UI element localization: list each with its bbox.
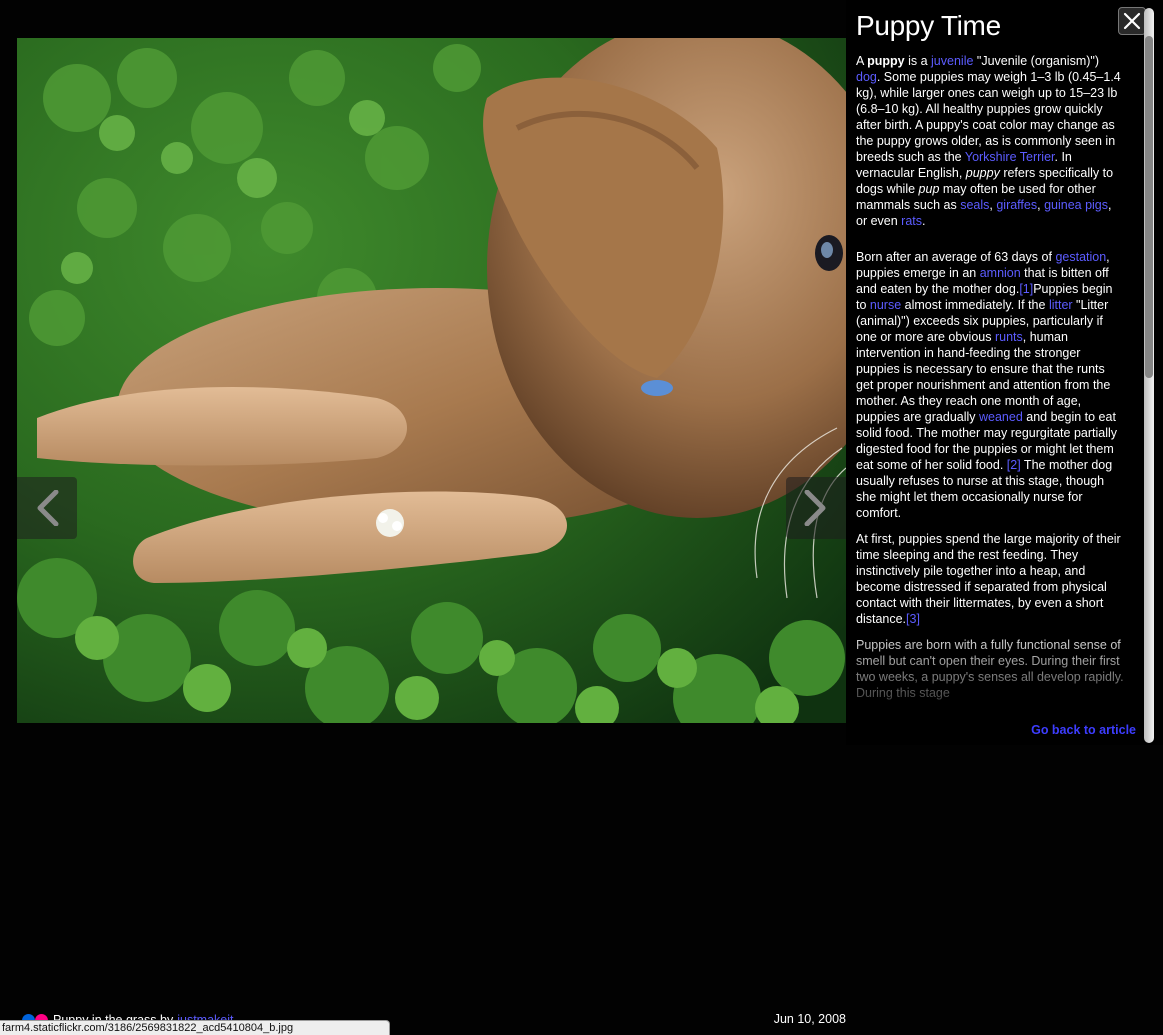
article-bold-text: puppy bbox=[867, 54, 905, 68]
article-link[interactable]: giraffes bbox=[996, 198, 1037, 212]
lightbox-photo bbox=[17, 38, 846, 723]
article-italic-text: pup bbox=[918, 182, 940, 196]
article-link[interactable]: [1] bbox=[1019, 282, 1033, 296]
article-link[interactable]: amnion bbox=[980, 266, 1021, 280]
article-text-run: Born after an average of 63 days of bbox=[856, 250, 1056, 264]
article-panel: Puppy Time A puppy is a juvenile "Juveni… bbox=[846, 0, 1163, 745]
close-icon bbox=[1123, 12, 1141, 30]
article-paragraph: Born after an average of 63 days of gest… bbox=[856, 249, 1124, 521]
article-text-run: A bbox=[856, 54, 868, 68]
article-text-run: almost immediately. If the bbox=[901, 298, 1049, 312]
go-back-to-article-link[interactable]: Go back to article bbox=[1031, 723, 1136, 737]
chevron-right-icon bbox=[804, 490, 826, 526]
article-link[interactable]: gestation bbox=[1055, 250, 1106, 264]
article-link[interactable]: seals bbox=[960, 198, 989, 212]
article-text-run: . bbox=[922, 214, 926, 228]
article-link[interactable]: runts bbox=[995, 330, 1023, 344]
article-link[interactable]: litter bbox=[1049, 298, 1073, 312]
puppy-photo-image bbox=[17, 38, 846, 723]
article-link[interactable]: nurse bbox=[870, 298, 901, 312]
article-link[interactable]: [2] bbox=[1007, 458, 1021, 472]
close-button[interactable] bbox=[1118, 7, 1146, 35]
article-text-run: is a bbox=[904, 54, 932, 68]
article-link[interactable]: rats bbox=[901, 214, 922, 228]
article-link[interactable]: guinea pigs bbox=[1044, 198, 1108, 212]
article-link[interactable]: dog bbox=[856, 70, 877, 84]
article-scrollbar[interactable] bbox=[1144, 8, 1154, 743]
panel-title: Puppy Time bbox=[856, 10, 1001, 41]
article-link[interactable]: Yorkshire Terrier bbox=[965, 150, 1055, 164]
article-paragraph: At first, puppies spend the large majori… bbox=[856, 531, 1124, 627]
previous-photo-button[interactable] bbox=[17, 477, 77, 539]
chevron-left-icon bbox=[37, 490, 59, 526]
photo-date: Jun 10, 2008 bbox=[773, 1012, 846, 1026]
article-link[interactable]: weaned bbox=[979, 410, 1023, 424]
article-text-run: At first, puppies spend the large majori… bbox=[856, 532, 1121, 626]
article-text-run: "Juvenile (organism)") bbox=[973, 54, 1100, 68]
article-italic-text: puppy bbox=[965, 166, 1000, 180]
article-paragraph: A puppy is a juvenile "Juvenile (organis… bbox=[856, 53, 1124, 229]
next-photo-button[interactable] bbox=[786, 477, 846, 539]
browser-status-bar: farm4.staticflickr.com/3186/2569831822_a… bbox=[0, 1020, 390, 1035]
scrollbar-thumb[interactable] bbox=[1145, 36, 1153, 378]
article-link[interactable]: juvenile bbox=[931, 54, 973, 68]
